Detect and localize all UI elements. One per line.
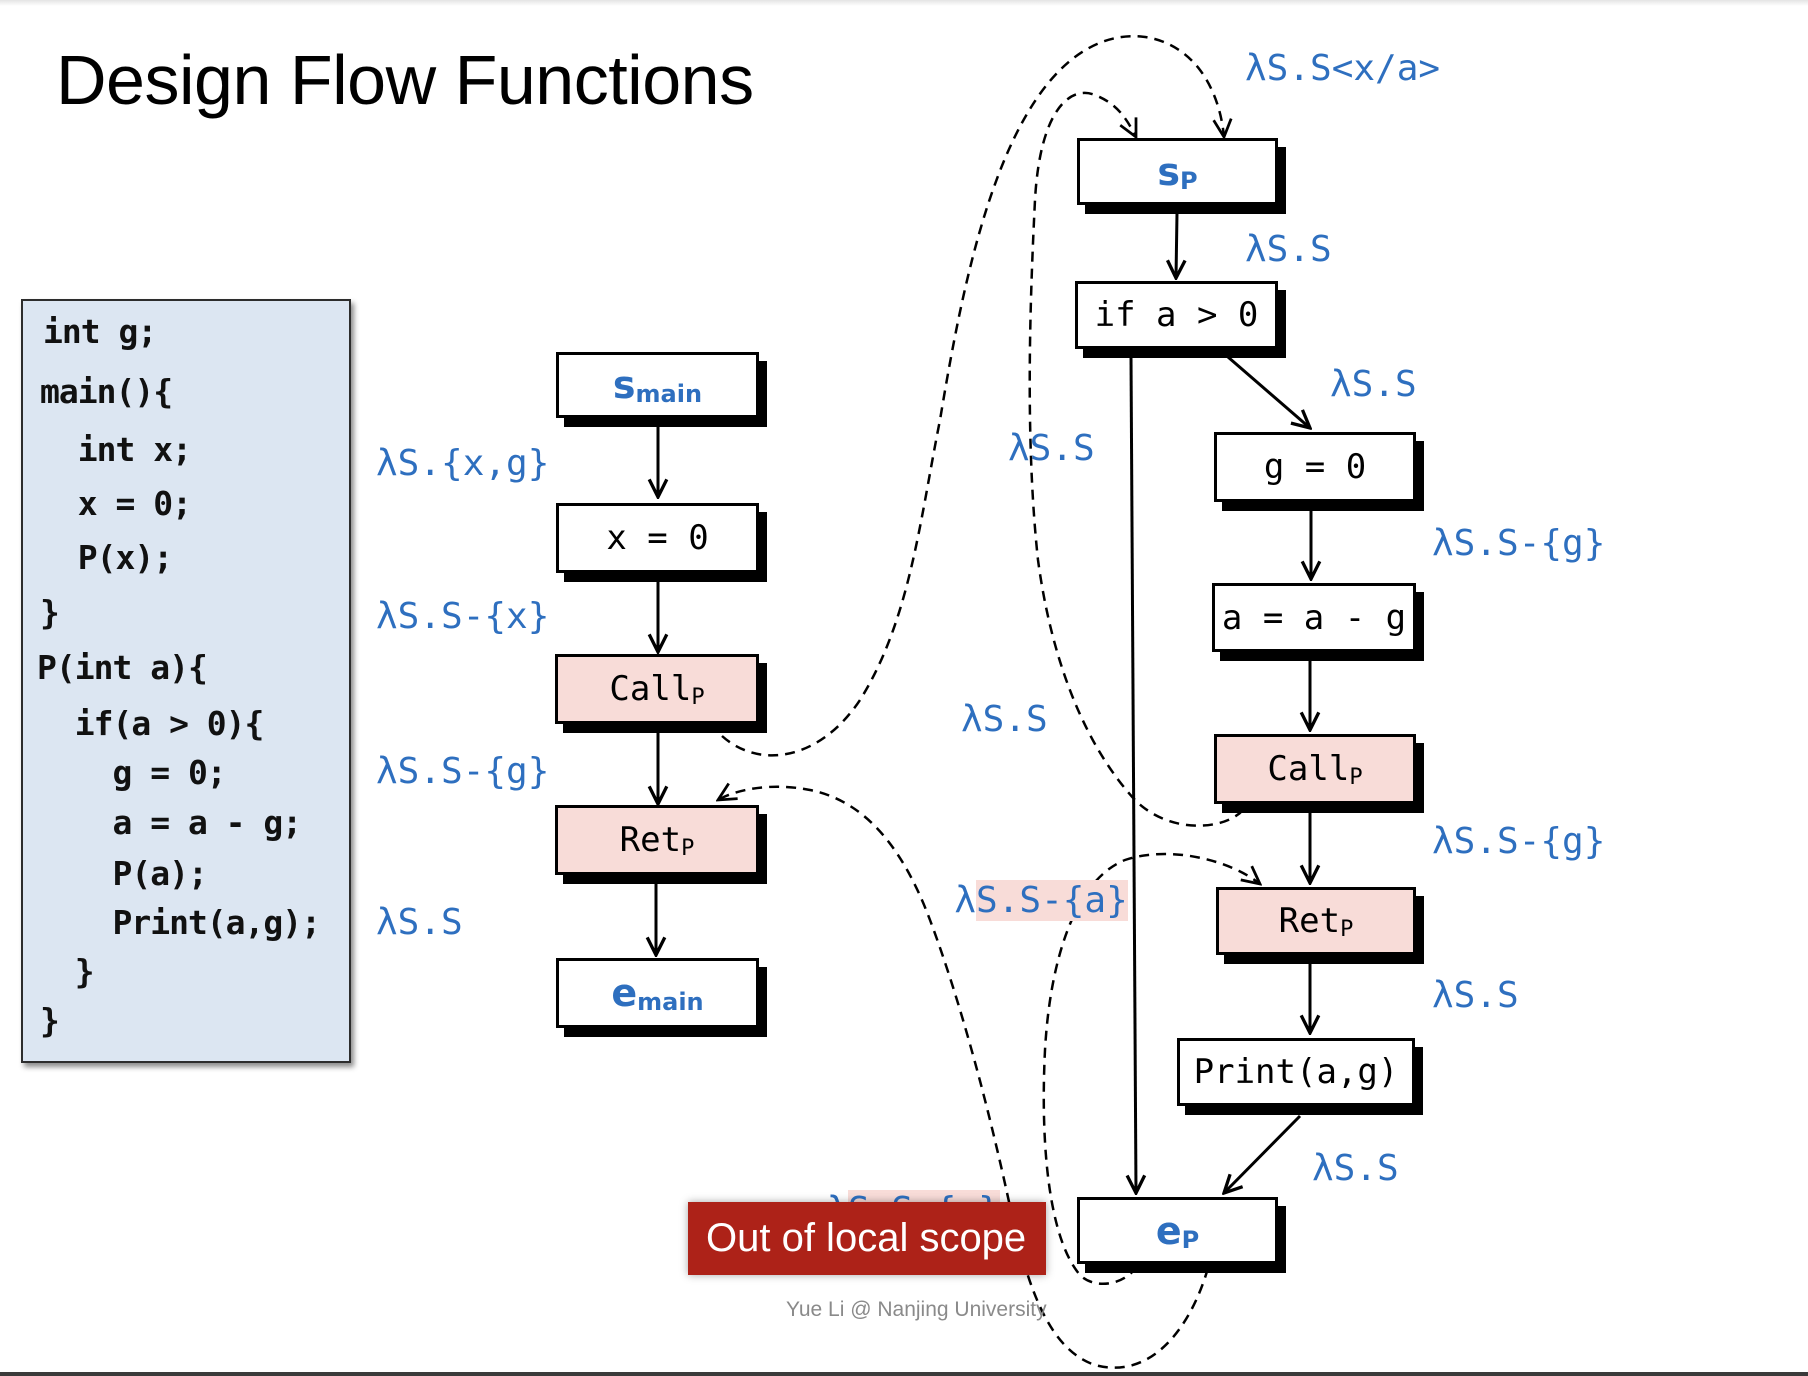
flow-fn-callp-local: λS.S xyxy=(961,699,1048,740)
node-label: a = a - g xyxy=(1221,597,1407,638)
slide-title: Design Flow Functions xyxy=(56,41,754,119)
node-call-main[interactable]: Call P xyxy=(555,654,759,724)
code-line: g = 0; xyxy=(37,753,226,792)
node-label: e xyxy=(1155,1208,1182,1253)
flow-fn-x-to-callmain: λS.S-{x} xyxy=(376,596,550,637)
code-line: P(x); xyxy=(40,538,173,577)
node-subscript: P xyxy=(1181,1225,1200,1254)
code-line: a = a - g; xyxy=(37,803,302,842)
node-subscript: P xyxy=(1180,166,1198,195)
edge-if-to-g xyxy=(1227,355,1310,428)
node-s-p[interactable]: sP xyxy=(1077,138,1278,205)
flow-fn-callp-to-retp: λS.S-{g} xyxy=(1432,821,1606,862)
node-g-assign[interactable]: g = 0 xyxy=(1214,432,1416,502)
node-label: s xyxy=(612,363,636,407)
node-print[interactable]: Print(a,g) xyxy=(1177,1038,1415,1106)
node-label: Print(a,g) xyxy=(1193,1052,1399,1092)
node-subscript: P xyxy=(681,835,695,861)
edge-if-to-ep xyxy=(1131,356,1136,1193)
slide-bottom-edge xyxy=(0,1372,1808,1376)
highlighted-fn: S.S-{a} xyxy=(976,880,1128,921)
flow-fn-smain-to-x: λS.{x,g} xyxy=(376,443,550,484)
code-line: Print(a,g); xyxy=(37,903,321,942)
flow-fn-callmain-to-retmain: λS.S-{g} xyxy=(376,751,550,792)
code-listing: int g; main(){ int x; x = 0; P(x); } P(i… xyxy=(21,299,351,1063)
flow-fn-call-to-entry: λS.S<x/a> xyxy=(1245,48,1441,89)
node-label: g = 0 xyxy=(1263,447,1367,487)
node-call-p[interactable]: Call P xyxy=(1214,734,1416,804)
node-e-main[interactable]: e main xyxy=(556,958,759,1028)
flow-fn-if-to-ep: λS.S xyxy=(1008,428,1095,469)
node-s-main[interactable]: s main xyxy=(556,352,759,418)
code-line: main(){ xyxy=(40,372,173,411)
code-line: P(a); xyxy=(37,854,207,893)
node-subscript: P xyxy=(691,684,705,710)
code-line: int g; xyxy=(43,312,157,351)
node-subscript: main xyxy=(635,380,703,408)
node-ret-p[interactable]: Ret P xyxy=(1216,887,1416,955)
flow-fn-if-to-g: λS.S xyxy=(1330,364,1417,405)
node-label: if a > 0 xyxy=(1094,295,1259,335)
code-line: if(a > 0){ xyxy=(37,704,265,743)
node-subscript: P xyxy=(1349,764,1363,790)
node-x-assign[interactable]: x = 0 xyxy=(556,503,759,573)
code-line: } xyxy=(40,593,60,632)
code-line: } xyxy=(40,1001,60,1040)
edge-print-to-ep xyxy=(1224,1114,1302,1193)
node-label: Ret xyxy=(619,820,682,860)
code-line: } xyxy=(37,952,95,991)
node-if-a[interactable]: if a > 0 xyxy=(1075,281,1278,349)
flow-fn-exit-to-retp: λS.S-{a} xyxy=(911,838,1128,922)
code-line: x = 0; xyxy=(40,484,192,523)
flow-fn-retmain-to-emain: λS.S xyxy=(376,902,463,943)
node-label: Call xyxy=(609,669,692,709)
node-e-p[interactable]: eP xyxy=(1077,1197,1278,1264)
node-ret-main[interactable]: Ret P xyxy=(555,805,759,875)
code-line: P(int a){ xyxy=(37,648,208,687)
flow-fn-g-to-a: λS.S-{g} xyxy=(1432,523,1606,564)
node-label: Call xyxy=(1267,749,1350,789)
out-of-scope-callout: Out of local scope xyxy=(688,1202,1046,1275)
flow-fn-retp-to-print: λS.S xyxy=(1432,975,1519,1016)
node-label: x = 0 xyxy=(606,518,709,558)
code-line: int x; xyxy=(40,430,192,469)
slide-top-edge xyxy=(0,0,1808,6)
slide-footer: Yue Li @ Nanjing University xyxy=(786,1298,1047,1321)
node-label: s xyxy=(1157,149,1181,194)
node-subscript: main xyxy=(637,988,704,1016)
node-a-assign[interactable]: a = a - g xyxy=(1212,583,1416,652)
node-label: e xyxy=(611,971,638,1015)
lambda-glyph: λ xyxy=(954,880,977,921)
flow-fn-print-to-ep: λS.S xyxy=(1312,1148,1399,1189)
edge-sp-to-if xyxy=(1176,212,1177,278)
node-subscript: P xyxy=(1340,916,1354,942)
flow-fn-sp-to-if: λS.S xyxy=(1245,229,1332,270)
node-label: Ret xyxy=(1278,901,1341,941)
